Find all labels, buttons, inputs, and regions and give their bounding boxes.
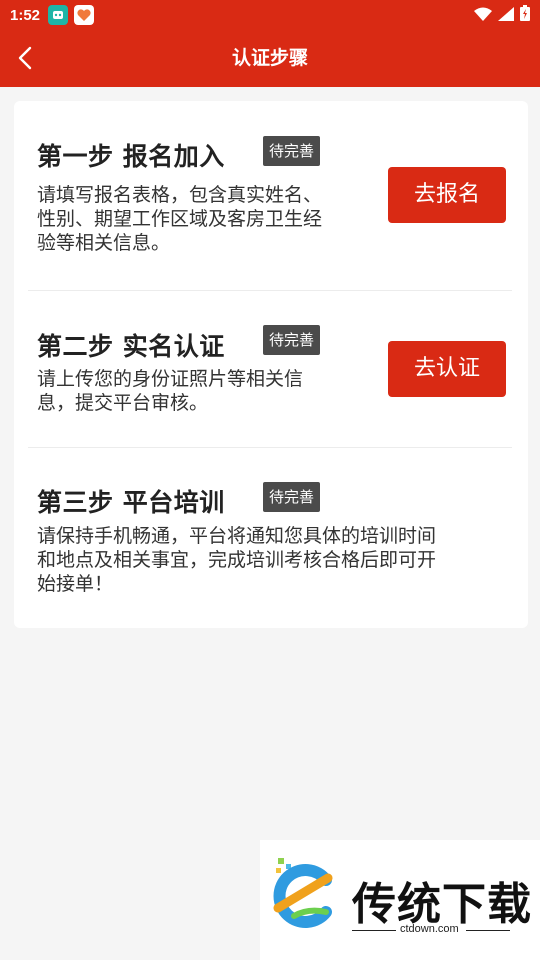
description-line: 始接单！ (37, 573, 114, 595)
watermark: 传统下载 ctdown.com (260, 840, 540, 960)
step-1: 第一步 报名加入 待完善 请填写报名表格，包含真实姓名、 性别、期望工作区域及客… (14, 101, 528, 290)
step-description: 请保持手机畅通，平台将通知您具体的培训时间 和地点及相关事宜，完成培训考核合格后… (37, 524, 436, 596)
status-badge: 待完善 (263, 136, 321, 166)
signup-button[interactable]: 去报名 (388, 167, 506, 223)
status-badge: 待完善 (263, 325, 321, 355)
watermark-line-left (352, 930, 396, 931)
wifi-icon (474, 6, 492, 25)
step-3: 第三步 平台培训 待完善 请保持手机畅通，平台将通知您具体的培训时间 和地点及相… (14, 448, 528, 628)
status-icons (474, 0, 530, 30)
description-line: 验等相关信息。 (37, 232, 171, 254)
description-line: 和地点及相关事宜，完成培训考核合格后即可开 (37, 549, 437, 571)
watermark-logo-icon (268, 856, 344, 936)
battery-icon (520, 5, 530, 25)
steps-card: 第一步 报名加入 待完善 请填写报名表格，包含真实姓名、 性别、期望工作区域及客… (14, 101, 528, 628)
step-title: 第三步 平台培训 (37, 488, 225, 517)
description-line: 性别、期望工作区域及客房卫生经 (37, 208, 323, 230)
step-description: 请上传您的身份证照片等相关信 息，提交平台审核。 (37, 367, 303, 415)
verify-button[interactable]: 去认证 (388, 341, 506, 397)
page-title: 认证步骤 (231, 47, 308, 69)
description-line: 请上传您的身份证照片等相关信 (37, 368, 304, 390)
watermark-line-right (466, 930, 510, 931)
description-line: 请保持手机畅通，平台将通知您具体的培训时间 (37, 525, 437, 547)
description-line: 息，提交平台审核。 (37, 392, 209, 414)
step-2: 第二步 实名认证 待完善 请上传您的身份证照片等相关信 息，提交平台审核。 去认… (14, 291, 528, 447)
step-description: 请填写报名表格，包含真实姓名、 性别、期望工作区域及客房卫生经 验等相关信息。 (37, 183, 322, 255)
robot-notification-icon (48, 5, 69, 25)
signal-icon (498, 6, 514, 25)
status-bar: 1:52 (0, 0, 540, 30)
step-title: 第二步 实名认证 (37, 332, 225, 361)
title-bar: 认证步骤 (0, 30, 540, 87)
description-line: 请填写报名表格，包含真实姓名、 (37, 184, 323, 206)
watermark-url: ctdown.com (400, 923, 459, 935)
status-badge: 待完善 (263, 482, 321, 512)
step-title: 第一步 报名加入 (37, 142, 225, 171)
status-time: 1:52 (10, 6, 41, 24)
heart-app-notification-icon (74, 5, 95, 25)
